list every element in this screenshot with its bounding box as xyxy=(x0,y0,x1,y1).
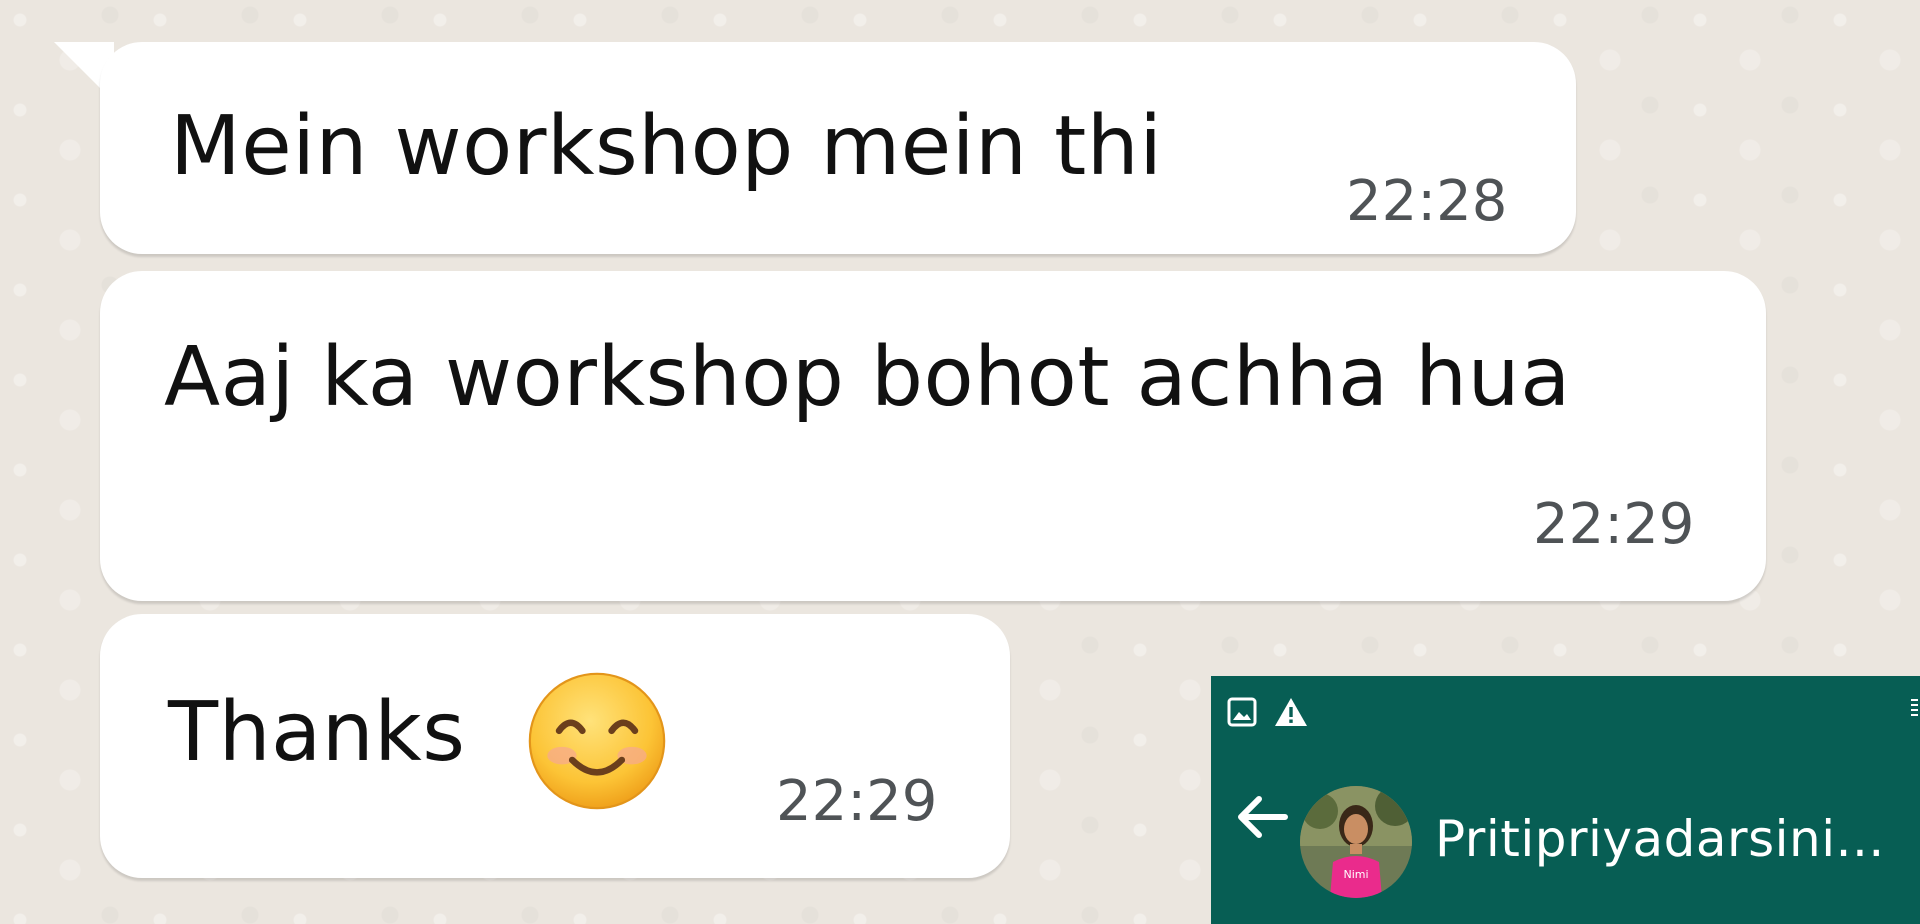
message-timestamp: 22:29 xyxy=(1533,492,1695,557)
avatar-shirt-text: Nimi xyxy=(1343,868,1368,881)
signal-icon xyxy=(1911,699,1918,716)
avatar[interactable]: Nimi xyxy=(1300,786,1412,898)
status-bar-icons xyxy=(1227,696,1309,728)
message-timestamp: 22:29 xyxy=(776,769,938,834)
message-text: Mein workshop mein thi xyxy=(170,99,1163,194)
message-text: Thanks xyxy=(168,685,466,780)
gallery-icon xyxy=(1227,697,1257,727)
message-timestamp: 22:28 xyxy=(1346,169,1508,234)
message-text: Aaj ka workshop bohot achha hua xyxy=(164,330,1571,425)
message-bubble-1[interactable]: Mein workshop mein thi 22:28 xyxy=(100,42,1576,254)
avatar-photo: Nimi xyxy=(1300,786,1412,898)
smiling-face-emoji xyxy=(528,672,666,810)
warning-icon xyxy=(1275,698,1307,726)
contact-name[interactable]: Pritipriyadarsini... xyxy=(1435,814,1885,864)
message-bubble-3[interactable]: Thanks 22:29 xyxy=(100,614,1010,878)
back-arrow-icon[interactable] xyxy=(1235,794,1289,840)
message-bubble-2[interactable]: Aaj ka workshop bohot achha hua 22:29 xyxy=(100,271,1766,601)
chat-header: Nimi Pritipriyadarsini... xyxy=(1211,676,1920,924)
